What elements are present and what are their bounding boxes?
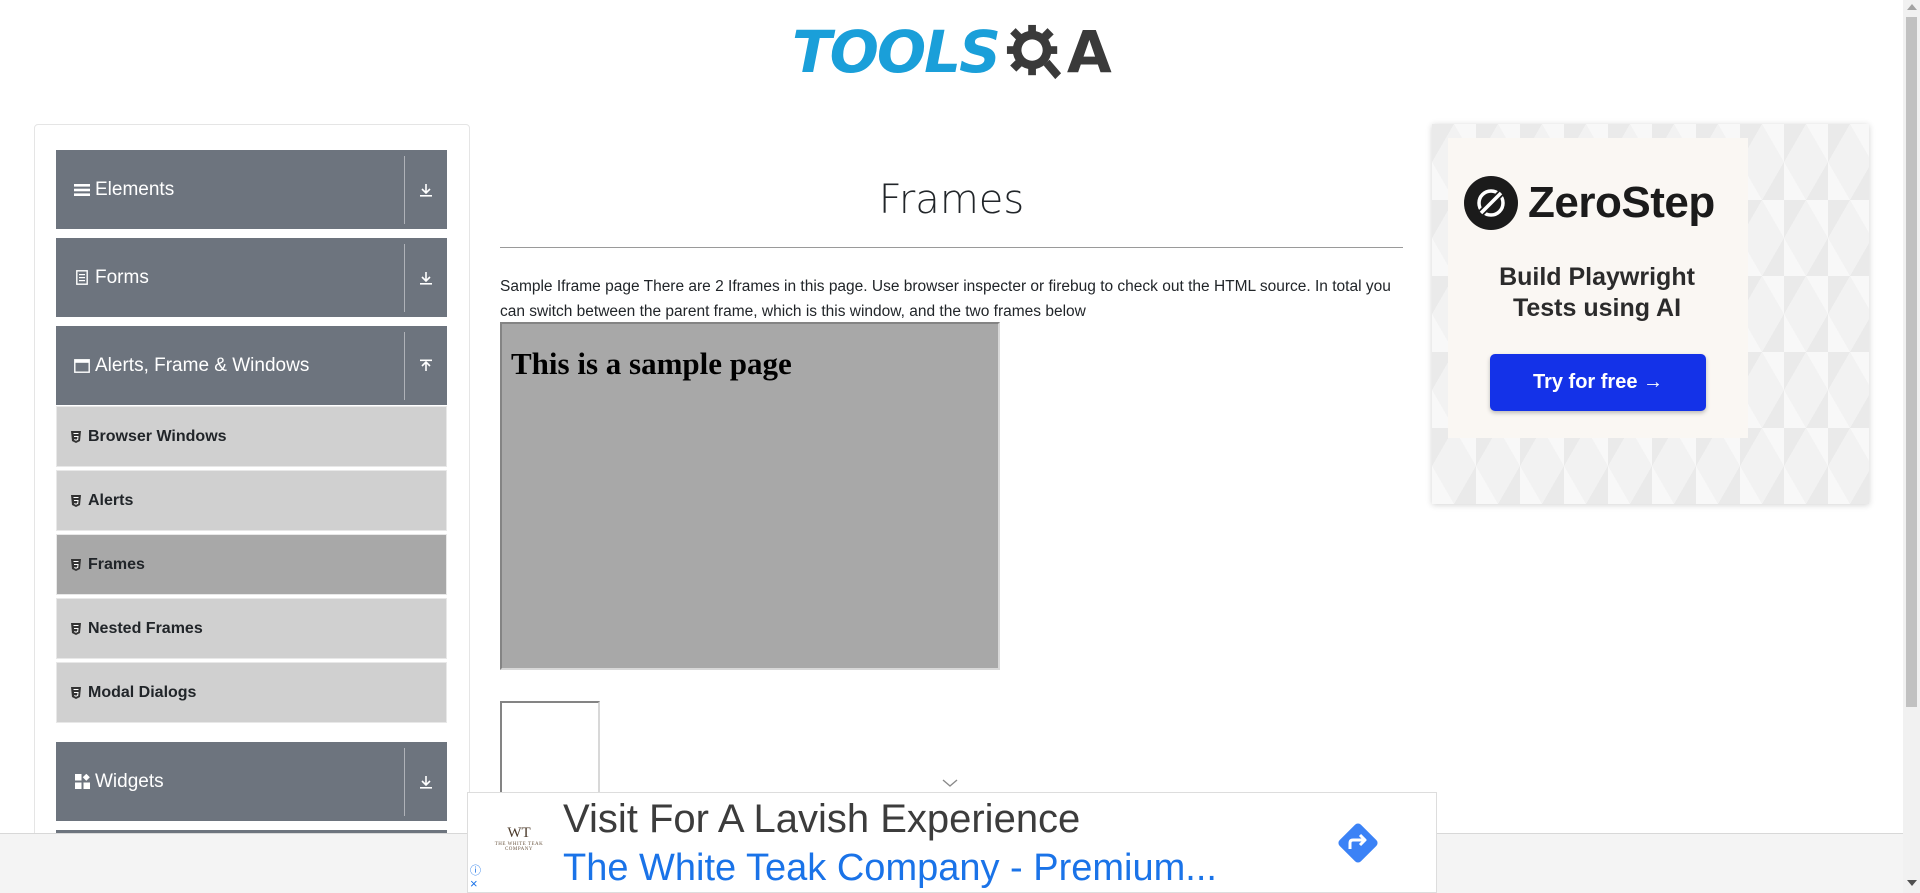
scroll-up-arrow-icon[interactable] [1907,4,1917,10]
directions-arrow-icon[interactable] [1334,819,1382,867]
zerostep-logo-icon [1464,176,1518,230]
tagline-line-1: Build Playwright [1499,263,1695,291]
title-divider [500,247,1403,248]
left-nav-panel: Elements Forms Alerts, Frame & Windows B… [34,124,470,893]
sidebar-item-modal-dialogs[interactable]: Modal Dialogs [56,662,447,723]
gear-magnifier-icon [1006,24,1061,80]
logo-text-tools: TOOLS [792,18,1001,86]
widgets-icon [73,773,91,791]
iframe-1-heading: This is a sample page [511,346,792,381]
scrollbar-thumb[interactable] [1906,17,1917,707]
html5-icon [71,558,81,571]
bottom-ad[interactable]: WT THE WHITE TEAK COMPANY Visit For A La… [467,792,1437,893]
group-label: Forms [95,266,149,288]
zerostep-name: ZeroStep [1528,178,1715,227]
sidebar-item-label: Browser Windows [88,427,227,445]
ad-headline[interactable]: Visit For A Lavish Experience [563,797,1080,842]
white-teak-logo: WT THE WHITE TEAK COMPANY [488,825,550,861]
form-icon [73,269,91,287]
group-header-alerts-frame-windows[interactable]: Alerts, Frame & Windows [56,326,447,405]
group-header-elements[interactable]: Elements [56,150,447,229]
logo-text-a: A [1066,18,1112,86]
try-for-free-button[interactable]: Try for free → [1490,354,1706,411]
sidebar-item-browser-windows[interactable]: Browser Windows [56,406,447,467]
html5-icon [71,494,81,507]
group-header-widgets[interactable]: Widgets [56,742,447,821]
group-label: Widgets [95,770,164,792]
download-arrow-icon[interactable] [405,182,447,198]
html5-icon [71,430,81,443]
sidebar-item-label: Alerts [88,491,134,509]
sidebar-item-alerts[interactable]: Alerts [56,470,447,531]
sidebar-item-label: Nested Frames [88,619,203,637]
sidebar-item-label: Frames [88,555,145,573]
scroll-down-arrow-icon[interactable] [1907,880,1917,886]
page-title: Frames [878,177,1025,223]
sidebar-item-frames[interactable]: Frames [56,534,447,595]
sidebar-item-nested-frames[interactable]: Nested Frames [56,598,447,659]
logo-subtext: THE WHITE TEAK COMPANY [494,842,544,852]
chevron-down-icon[interactable] [941,777,959,789]
ad-subline[interactable]: The White Teak Company - Premium... [563,847,1217,890]
ad-close-icon[interactable]: × [470,877,478,891]
logo-monogram: WT [507,825,531,841]
toolsqa-logo[interactable]: TOOLS A [792,14,1112,90]
download-arrow-icon[interactable] [405,774,447,790]
iframe-1[interactable]: This is a sample page [500,322,1000,670]
group-header-forms[interactable]: Forms [56,238,447,317]
group-label: Elements [95,178,175,200]
html5-icon [71,622,81,635]
upload-arrow-icon[interactable] [405,358,447,374]
zerostep-brand: ZeroStep [1464,176,1715,230]
zerostep-tagline: Build Playwright Tests using AI [1432,262,1762,324]
group-label: Alerts, Frame & Windows [95,354,310,376]
tagline-line-2: Tests using AI [1512,294,1682,322]
list-icon [73,181,91,199]
window-icon [73,357,91,375]
page-description: Sample Iframe page There are 2 Iframes i… [500,278,1391,320]
sidebar-item-label: Modal Dialogs [88,683,197,701]
download-arrow-icon[interactable] [405,270,447,286]
html5-icon [71,686,81,699]
